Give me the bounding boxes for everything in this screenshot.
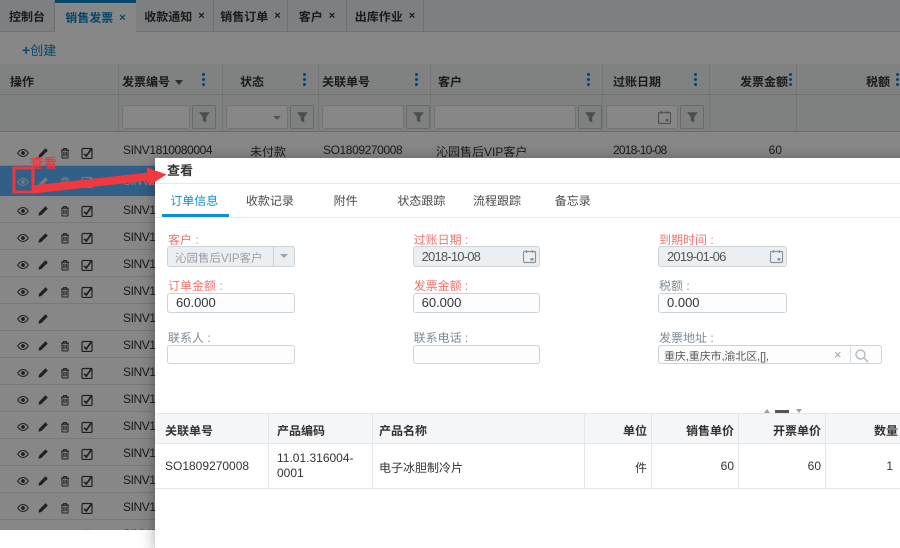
svg-text:查看: 查看 bbox=[30, 152, 57, 172]
